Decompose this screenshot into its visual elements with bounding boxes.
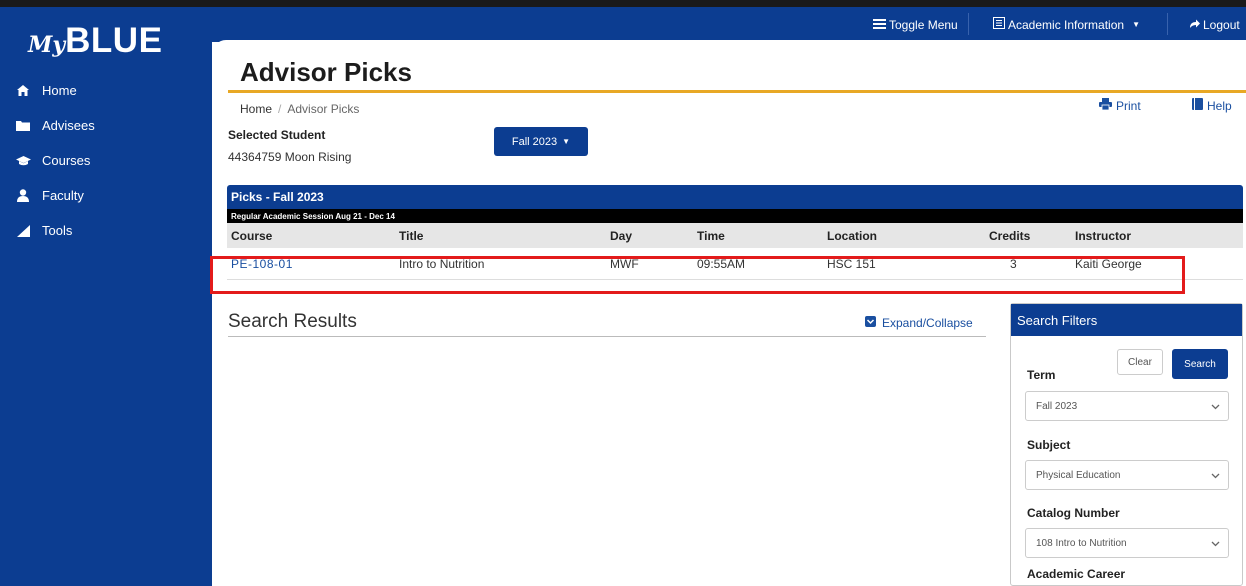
sidebar-item-label: Faculty — [42, 188, 84, 203]
printer-icon — [1099, 98, 1116, 113]
topbar-divider — [1167, 13, 1168, 35]
column-header-title: Title — [399, 228, 424, 243]
sidebar-item-label: Advisees — [42, 118, 95, 133]
logout-button[interactable]: Logout — [1189, 7, 1240, 42]
sidebar-item-advisees[interactable]: Advisees — [0, 108, 212, 143]
sidebar-item-tools[interactable]: Tools — [0, 213, 212, 248]
caret-down-icon: ▼ — [1132, 20, 1140, 29]
sidebar-nav: Home Advisees Courses Faculty Tools — [0, 73, 212, 248]
chevron-down-icon — [1211, 402, 1220, 413]
catalog-number-select-value: 108 Intro to Nutrition — [1036, 537, 1127, 549]
folder-icon — [14, 120, 32, 131]
logo-my: My — [28, 32, 66, 58]
help-label: Help — [1207, 98, 1232, 113]
clear-button[interactable]: Clear — [1117, 349, 1163, 375]
sidebar-item-home[interactable]: Home — [0, 73, 212, 108]
sidebar-item-label: Courses — [42, 153, 91, 168]
sidebar-item-label: Home — [42, 83, 77, 98]
breadcrumb-current: Advisor Picks — [287, 102, 360, 116]
user-icon — [14, 189, 32, 202]
toggle-menu-label: Toggle Menu — [889, 17, 958, 32]
catalog-number-select[interactable]: 108 Intro to Nutrition — [1025, 528, 1229, 558]
toggle-menu-button[interactable]: Toggle Menu — [873, 7, 958, 42]
academic-information-label: Academic Information — [1008, 17, 1125, 32]
term-button-label: Fall 2023 — [511, 135, 558, 148]
help-button[interactable]: Help — [1192, 98, 1232, 113]
graduation-cap-icon — [14, 155, 32, 166]
caret-down-icon: ▼ — [562, 137, 571, 146]
sidebar: MyBLUE Home Advisees Courses Faculty Too… — [0, 7, 212, 586]
book-help-icon — [1192, 98, 1207, 113]
home-icon — [14, 85, 32, 96]
picks-header: Picks - Fall 2023 — [227, 185, 1243, 209]
expand-collapse-button[interactable]: Expand/Collapse — [865, 316, 973, 330]
column-header-course: Course — [231, 228, 273, 243]
term-select-value: Fall 2023 — [1036, 400, 1078, 412]
hamburger-icon — [873, 18, 889, 32]
term-select[interactable]: Fall 2023 — [1025, 391, 1229, 421]
breadcrumb: Home / Advisor Picks — [240, 102, 359, 116]
top-bar: Toggle Menu Academic Information ▼ Logou… — [212, 7, 1246, 42]
book-icon — [993, 17, 1008, 32]
catalog-number-label: Catalog Number — [1027, 506, 1120, 520]
column-header-location: Location — [827, 228, 877, 243]
page-title: Advisor Picks — [240, 57, 412, 87]
term-dropdown-button[interactable]: Fall 2023 ▼ — [494, 127, 588, 156]
main-content: Advisor Picks Home / Advisor Picks Print H… — [212, 40, 1246, 586]
topbar-divider — [968, 13, 969, 35]
expand-collapse-label: Expand/Collapse — [882, 316, 973, 330]
sidebar-item-faculty[interactable]: Faculty — [0, 178, 212, 213]
search-filters-panel: Search Filters Clear Search Term Fall 20… — [1010, 303, 1243, 586]
highlight-box — [210, 256, 1185, 294]
print-button[interactable]: Print — [1099, 98, 1141, 113]
column-header-credits: Credits — [989, 228, 1031, 243]
chevron-down-icon — [1211, 471, 1220, 482]
logo-blue: BLUE — [65, 21, 163, 60]
table-header: Course Title Day Time Location Credits I… — [227, 223, 1243, 248]
breadcrumb-separator: / — [278, 102, 282, 116]
selected-student-value: 44364759 Moon Rising — [228, 150, 352, 164]
term-label: Term — [1027, 368, 1056, 382]
search-results-divider — [228, 336, 986, 337]
myblue-logo[interactable]: MyBLUE — [28, 21, 162, 61]
column-header-time: Time — [697, 228, 725, 243]
subject-label: Subject — [1027, 438, 1071, 452]
chevron-down-icon — [1211, 539, 1220, 550]
selected-student-label: Selected Student — [228, 128, 326, 142]
subject-select-value: Physical Education — [1036, 469, 1121, 481]
subject-select[interactable]: Physical Education — [1025, 460, 1229, 490]
column-header-day: Day — [610, 228, 633, 243]
logout-label: Logout — [1203, 17, 1240, 32]
collapse-square-icon — [865, 316, 882, 330]
sidebar-item-label: Tools — [42, 223, 73, 238]
search-button[interactable]: Search — [1172, 349, 1228, 379]
academic-career-label: Academic Career — [1027, 567, 1126, 581]
print-label: Print — [1116, 98, 1141, 113]
chart-icon — [14, 224, 32, 237]
breadcrumb-home[interactable]: Home — [240, 102, 272, 116]
academic-information-dropdown[interactable]: Academic Information ▼ — [993, 7, 1140, 42]
column-header-instructor: Instructor — [1075, 228, 1132, 243]
search-results-title: Search Results — [228, 311, 357, 332]
search-filters-header: Search Filters — [1011, 304, 1242, 336]
session-bar: Regular Academic Session Aug 21 - Dec 14 — [227, 209, 1243, 223]
title-underline — [228, 90, 1246, 93]
sidebar-item-courses[interactable]: Courses — [0, 143, 212, 178]
top-strip — [0, 0, 1246, 7]
logout-arrow-icon — [1189, 18, 1203, 32]
